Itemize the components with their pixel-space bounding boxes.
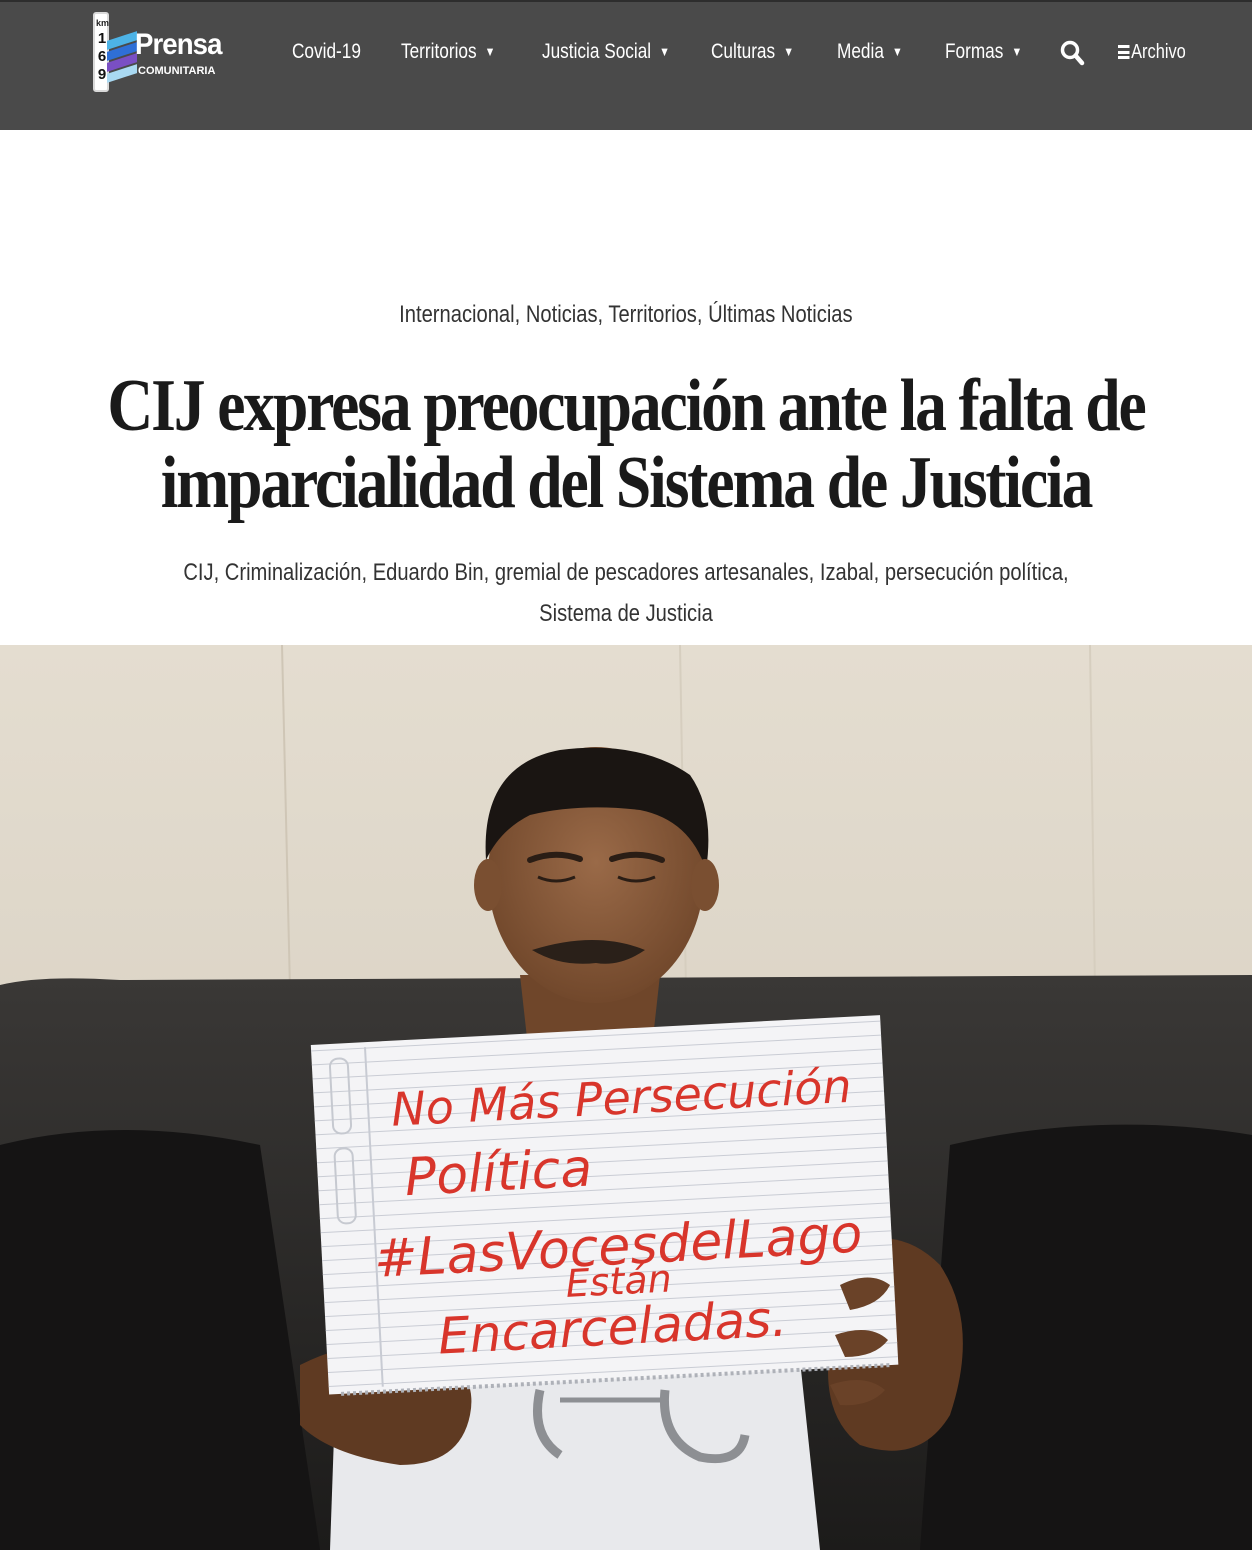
tag-link[interactable]: Criminalización (225, 559, 362, 586)
nav-item-label: Territorios (401, 40, 477, 63)
article-title-line: CIJ expresa preocupación ante la falta d… (107, 365, 1146, 447)
search-button[interactable] (1060, 38, 1086, 68)
featured-photo: No Más Persecución Política #LasVocesdel… (0, 645, 1252, 1550)
tag-link[interactable]: CIJ (183, 559, 213, 586)
nav-item-label: Culturas (711, 40, 776, 63)
nav-item-justicia-social[interactable]: Justicia Social ▼ (542, 34, 670, 70)
nav-item-culturas[interactable]: Culturas ▼ (711, 34, 794, 70)
archive-menu-button[interactable]: Archivo (1118, 34, 1186, 70)
tag-link[interactable]: Sistema de Justicia (539, 600, 713, 627)
hamburger-icon (1118, 45, 1130, 59)
chevron-down-icon: ▼ (892, 44, 903, 59)
article-categories: Internacional, Noticias, Territorios, Úl… (399, 301, 853, 328)
article-tags: CIJ, Criminalización, Eduardo Bin, gremi… (183, 559, 1069, 627)
nav-item-label: Formas (945, 40, 1004, 63)
logo-km: km (96, 18, 110, 28)
category-link[interactable]: Noticias (526, 301, 598, 328)
category-link[interactable]: Territorios (608, 301, 697, 328)
featured-photo-illustration: No Más Persecución Política #LasVocesdel… (0, 645, 1252, 1550)
tag-link[interactable]: gremial de pescadores artesanales (495, 559, 809, 586)
nav-item-formas[interactable]: Formas ▼ (945, 34, 1022, 70)
nav-item-label: Media (837, 40, 884, 63)
category-link[interactable]: Últimas Noticias (708, 301, 853, 328)
search-icon (1060, 40, 1085, 66)
nav-item-label: Covid-19 (292, 40, 361, 63)
nav-item-covid-19[interactable]: Covid-19 (292, 34, 361, 70)
article-title: CIJ expresa preocupación ante la falta d… (0, 368, 1252, 522)
category-link[interactable]: Internacional (399, 301, 514, 328)
chevron-down-icon: ▼ (659, 44, 670, 59)
tag-link[interactable]: persecución política (885, 559, 1063, 586)
site-header: km 1 6 9 Prensa COMUNITARIA Covid-19 Ter… (0, 0, 1252, 130)
nav-item-media[interactable]: Media ▼ (837, 34, 903, 70)
tag-link[interactable]: Izabal (820, 559, 874, 586)
chevron-down-icon: ▼ (783, 44, 794, 59)
tag-link[interactable]: Eduardo Bin (373, 559, 484, 586)
nav-item-territorios[interactable]: Territorios ▼ (401, 34, 495, 70)
chevron-down-icon: ▼ (484, 44, 496, 59)
chevron-down-icon: ▼ (1011, 44, 1023, 59)
archive-label: Archivo (1131, 41, 1186, 63)
sign-line: Política (403, 1138, 593, 1208)
article-title-line: imparcialidad del Sistema de Justicia (160, 442, 1094, 524)
nav-item-label: Justicia Social (542, 40, 652, 63)
